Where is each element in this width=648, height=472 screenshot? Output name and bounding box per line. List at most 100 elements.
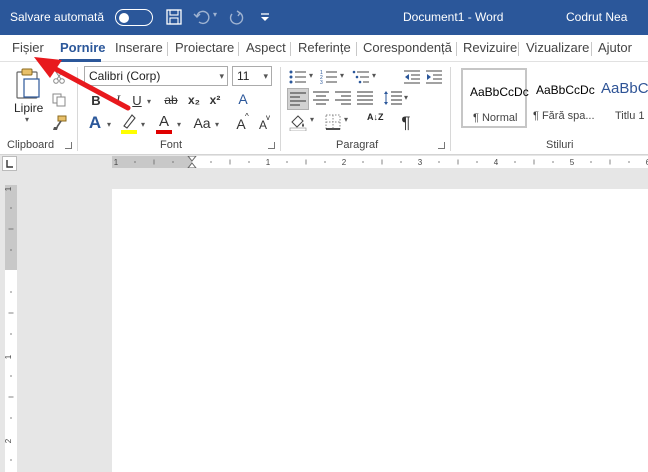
tab-separator (356, 42, 357, 56)
ruler-number: 4 (494, 158, 499, 167)
tab-insert[interactable]: Inserare (115, 40, 163, 55)
save-icon[interactable] (165, 8, 183, 26)
style-preview: AaBbCcDc (536, 83, 595, 97)
tab-layout[interactable]: Aspect (246, 40, 286, 55)
paragraph-group-label: Paragraf (336, 139, 379, 151)
line-spacing-dropdown-icon[interactable]: ▾ (404, 93, 408, 102)
first-line-indent-marker[interactable] (187, 156, 197, 162)
borders-icon[interactable] (325, 114, 341, 130)
tab-review[interactable]: Revizuire (463, 40, 517, 55)
shrink-font-button[interactable]: A v (256, 112, 274, 134)
show-formatting-button[interactable]: ¶ (398, 112, 414, 134)
ruler-ticks: 11234567 (114, 156, 648, 168)
font-launcher-icon[interactable] (268, 142, 275, 149)
ruler-number: 2 (5, 438, 13, 443)
cut-icon[interactable] (52, 71, 66, 85)
multilevel-list-icon[interactable] (352, 69, 370, 85)
tab-mailings[interactable]: Corespondență (363, 40, 452, 55)
style-normal[interactable]: AaBbCcDc ¶ Normal (461, 68, 529, 128)
highlight-button[interactable] (120, 112, 138, 136)
sort-button[interactable]: A↓Z (367, 112, 387, 134)
align-left-button[interactable] (287, 88, 309, 110)
paste-icon[interactable] (14, 68, 42, 100)
undo-dropdown-icon[interactable]: ▾ (213, 10, 217, 19)
font-color-button[interactable]: A (155, 112, 173, 136)
borders-dropdown-icon[interactable]: ▾ (344, 115, 348, 124)
tab-separator (591, 42, 592, 56)
tab-references[interactable]: Referințe (298, 40, 351, 55)
subscript-button[interactable]: x₂ (186, 90, 202, 110)
bullets-dropdown-icon[interactable]: ▾ (309, 71, 313, 80)
numbering-icon[interactable]: 1 2 3 (320, 69, 338, 85)
undo-icon[interactable] (193, 8, 211, 26)
redo-icon[interactable] (227, 8, 245, 26)
font-group-label: Font (160, 139, 183, 151)
superscript-button[interactable]: x² (207, 90, 223, 110)
chevron-down-icon[interactable]: ▾ (219, 67, 224, 85)
paste-label[interactable]: Lipire (14, 101, 43, 115)
tab-separator (290, 42, 291, 56)
horizontal-ruler[interactable]: 11234567 (112, 156, 648, 168)
grow-font-button[interactable]: A ^ (234, 112, 252, 134)
hanging-indent-marker[interactable] (187, 162, 197, 168)
tab-home[interactable]: Pornire (60, 40, 106, 55)
ruler-number: 3 (418, 158, 423, 167)
numbering-dropdown-icon[interactable]: ▾ (340, 71, 344, 80)
copy-icon[interactable] (52, 93, 66, 107)
shading-icon[interactable] (289, 113, 307, 131)
text-effects-dropdown-icon[interactable]: ▾ (105, 114, 113, 134)
text-effects-button[interactable]: A (86, 112, 104, 134)
svg-text:3: 3 (320, 80, 323, 85)
align-center-icon[interactable] (313, 91, 329, 105)
tab-design[interactable]: Proiectare (175, 40, 234, 55)
user-name[interactable]: Codrut Nea (566, 10, 627, 24)
vertical-ruler[interactable]: 1 1 2 (5, 185, 17, 472)
format-painter-icon[interactable] (52, 115, 68, 131)
bold-button[interactable]: B (88, 90, 104, 110)
increase-indent-icon[interactable] (425, 69, 443, 85)
italic-button[interactable]: I (111, 90, 125, 110)
font-size-combo[interactable]: 11 ▾ (232, 66, 272, 86)
align-right-icon[interactable] (335, 91, 351, 105)
document-title: Document1 - Word (403, 10, 504, 24)
style-preview: AaBbC (601, 80, 648, 97)
change-case-dropdown-icon[interactable]: ▾ (213, 114, 221, 134)
sort-label: A↓Z (367, 112, 384, 122)
document-page[interactable] (112, 189, 648, 472)
ribbon-tabs: Fișier Pornire Inserare Proiectare Aspec… (0, 35, 648, 62)
paragraph-launcher-icon[interactable] (438, 142, 445, 149)
underline-dropdown-icon[interactable]: ▾ (145, 91, 153, 111)
font-color-dropdown-icon[interactable]: ▾ (175, 114, 183, 134)
clipboard-launcher-icon[interactable] (65, 142, 72, 149)
underline-button[interactable]: U (130, 90, 144, 110)
tab-help[interactable]: Ajutor (598, 40, 632, 55)
style-no-spacing[interactable]: AaBbCcDc ¶ Fără spa... (529, 68, 597, 128)
tab-separator (518, 42, 519, 56)
paste-dropdown-icon[interactable]: ▾ (25, 115, 29, 124)
multilevel-dropdown-icon[interactable]: ▾ (372, 71, 376, 80)
font-name-value: Calibri (Corp) (89, 69, 161, 83)
chevron-down-icon[interactable]: ▾ (263, 67, 268, 85)
justify-icon[interactable] (357, 91, 373, 105)
strikethrough-button[interactable]: ab (162, 90, 180, 110)
autosave-toggle[interactable] (115, 9, 153, 26)
bullets-icon[interactable] (289, 69, 307, 85)
tab-selector-button[interactable] (2, 156, 17, 171)
title-bar: Salvare automată ▾ Document1 - Word Codr… (0, 0, 648, 35)
font-name-combo[interactable]: Calibri (Corp) ▾ (84, 66, 228, 86)
decrease-indent-icon[interactable] (403, 69, 421, 85)
left-tab-icon (6, 160, 13, 168)
highlight-dropdown-icon[interactable]: ▾ (139, 114, 147, 134)
tab-file[interactable]: Fișier (12, 40, 44, 55)
ruler-number: 5 (570, 158, 575, 167)
group-separator (77, 67, 78, 151)
change-case-button[interactable]: Aa (191, 112, 213, 134)
line-spacing-icon[interactable] (383, 90, 403, 106)
tab-view[interactable]: Vizualizare (526, 40, 589, 55)
customize-qat-icon[interactable] (256, 8, 274, 26)
clear-formatting-button[interactable]: A (234, 89, 252, 109)
shading-dropdown-icon[interactable]: ▾ (310, 115, 314, 124)
ruler-number: 2 (342, 158, 347, 167)
clipboard-group-label: Clipboard (7, 139, 55, 151)
style-heading-1[interactable]: AaBbC Titlu 1 (599, 68, 648, 128)
